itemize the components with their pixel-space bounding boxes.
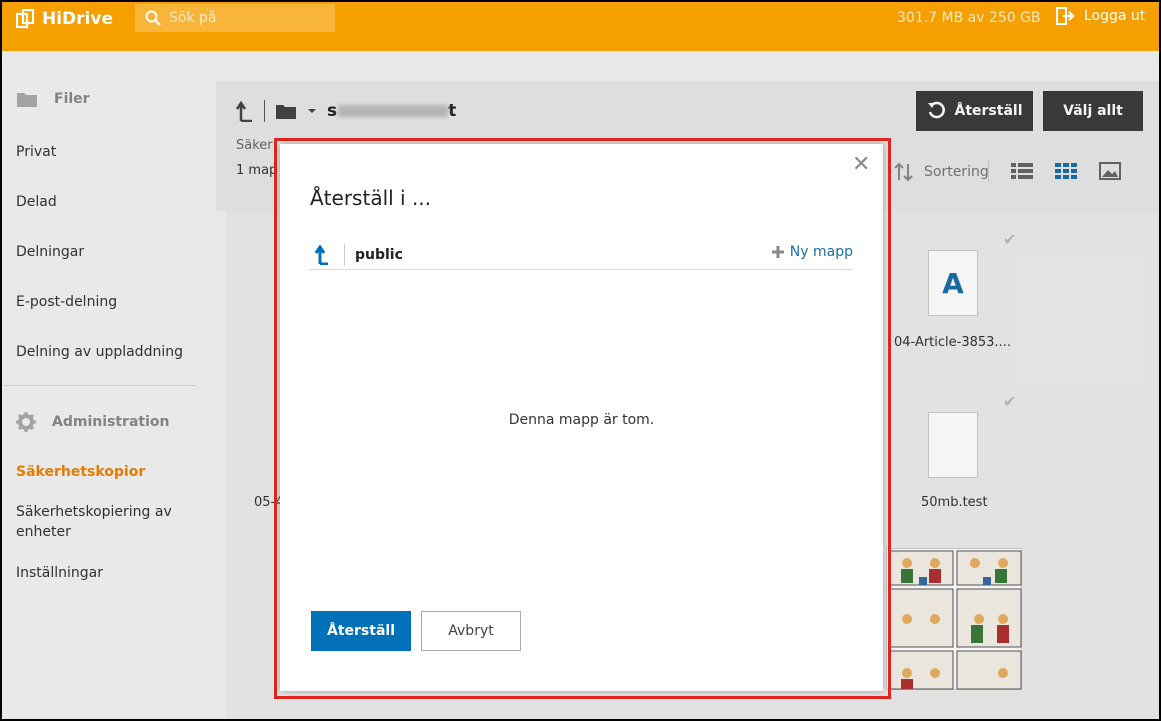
search-box[interactable] [135,4,335,32]
up-arrow-icon [315,244,328,265]
logout-button[interactable]: Logga ut [1056,7,1145,25]
app-window: HiDrive 301.7 MB av 250 GB Logga ut File… [2,2,1159,719]
restore-dialog: ✕ Återställ i ... public Ny mapp Denna m… [280,144,883,691]
confirm-restore-button[interactable]: Återställ [311,611,411,651]
dialog-title: Återställ i ... [310,186,432,210]
close-icon[interactable]: ✕ [852,152,870,177]
dialog-folder-name: public [355,246,403,263]
dialog-folder-path: public Ny mapp [310,240,853,270]
logo-text: HiDrive [42,9,113,29]
new-folder-label: Ny mapp [789,244,853,260]
logout-label: Logga ut [1084,8,1146,24]
hidrive-logo[interactable]: HiDrive [16,7,113,31]
cancel-button[interactable]: Avbryt [421,611,521,651]
path-separator [344,243,345,266]
search-input[interactable] [169,10,329,26]
hidrive-logo-icon [16,9,35,29]
plus-icon [771,246,784,258]
top-header: HiDrive 301.7 MB av 250 GB Logga ut [2,2,1159,51]
new-folder-button[interactable]: Ny mapp [771,244,853,260]
folder-up-button[interactable] [310,243,334,267]
search-icon [145,10,161,26]
storage-usage: 301.7 MB av 250 GB [897,10,1041,26]
logout-icon [1056,7,1075,25]
empty-folder-message: Denna mapp är tom. [508,412,655,428]
